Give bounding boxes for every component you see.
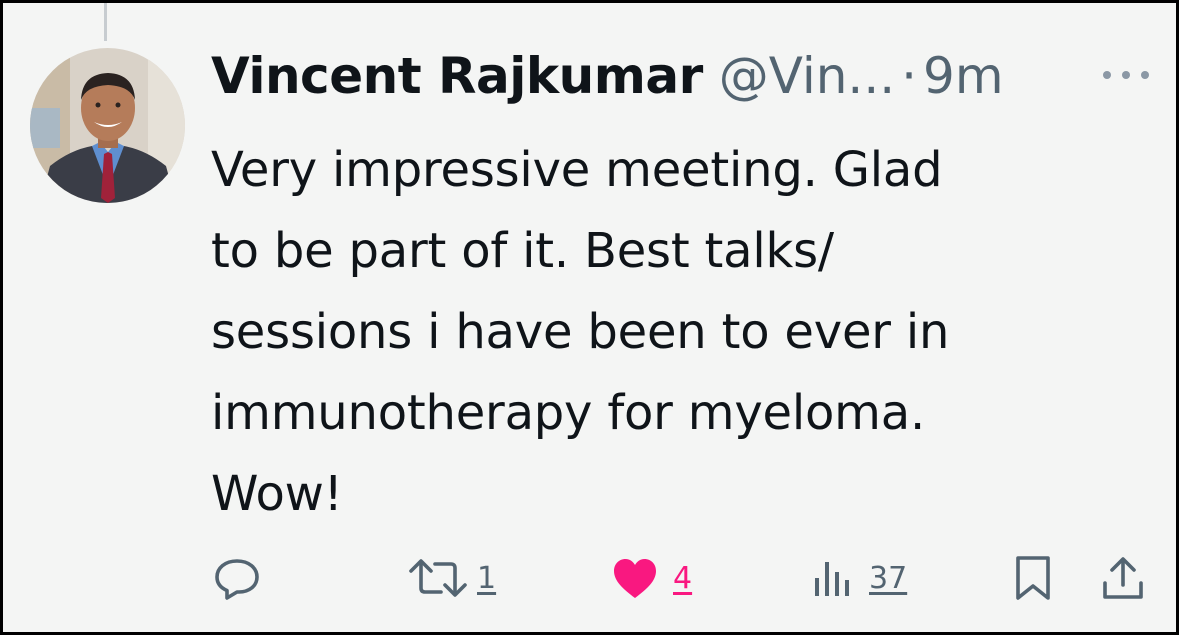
- action-bar: 1 4 37: [3, 548, 1179, 608]
- bookmark-icon: [1013, 555, 1053, 601]
- like-button[interactable]: 4: [611, 548, 692, 608]
- views-count[interactable]: 37: [869, 561, 907, 596]
- views-icon: [813, 556, 855, 600]
- more-dot: [1141, 71, 1149, 79]
- heart-icon: [611, 556, 659, 600]
- share-button[interactable]: [1101, 548, 1145, 608]
- separator-dot: ·: [901, 47, 918, 105]
- avatar[interactable]: [30, 48, 185, 203]
- more-dot: [1103, 71, 1111, 79]
- views-button[interactable]: 37: [813, 548, 907, 608]
- share-icon: [1101, 555, 1145, 601]
- timestamp[interactable]: 9m: [923, 43, 1004, 109]
- retweet-count[interactable]: 1: [477, 561, 496, 596]
- reply-button[interactable]: [213, 548, 261, 608]
- more-dot: [1122, 71, 1130, 79]
- like-count[interactable]: 4: [673, 561, 692, 596]
- author-handle[interactable]: @Vin...: [719, 43, 895, 109]
- retweet-icon: [407, 556, 469, 600]
- thread-connector: [104, 3, 107, 41]
- reply-icon: [213, 556, 261, 600]
- author-name[interactable]: Vincent Rajkumar: [211, 43, 703, 109]
- tweet-header: Vincent Rajkumar @Vin... · 9m: [211, 43, 1004, 109]
- more-options-icon[interactable]: [1103, 69, 1149, 81]
- retweet-button[interactable]: 1: [407, 548, 496, 608]
- tweet-card[interactable]: Vincent Rajkumar @Vin... · 9m Very impre…: [0, 0, 1179, 635]
- bookmark-button[interactable]: [1013, 548, 1053, 608]
- tweet-text: Very impressive meeting. Glad to be part…: [211, 142, 950, 522]
